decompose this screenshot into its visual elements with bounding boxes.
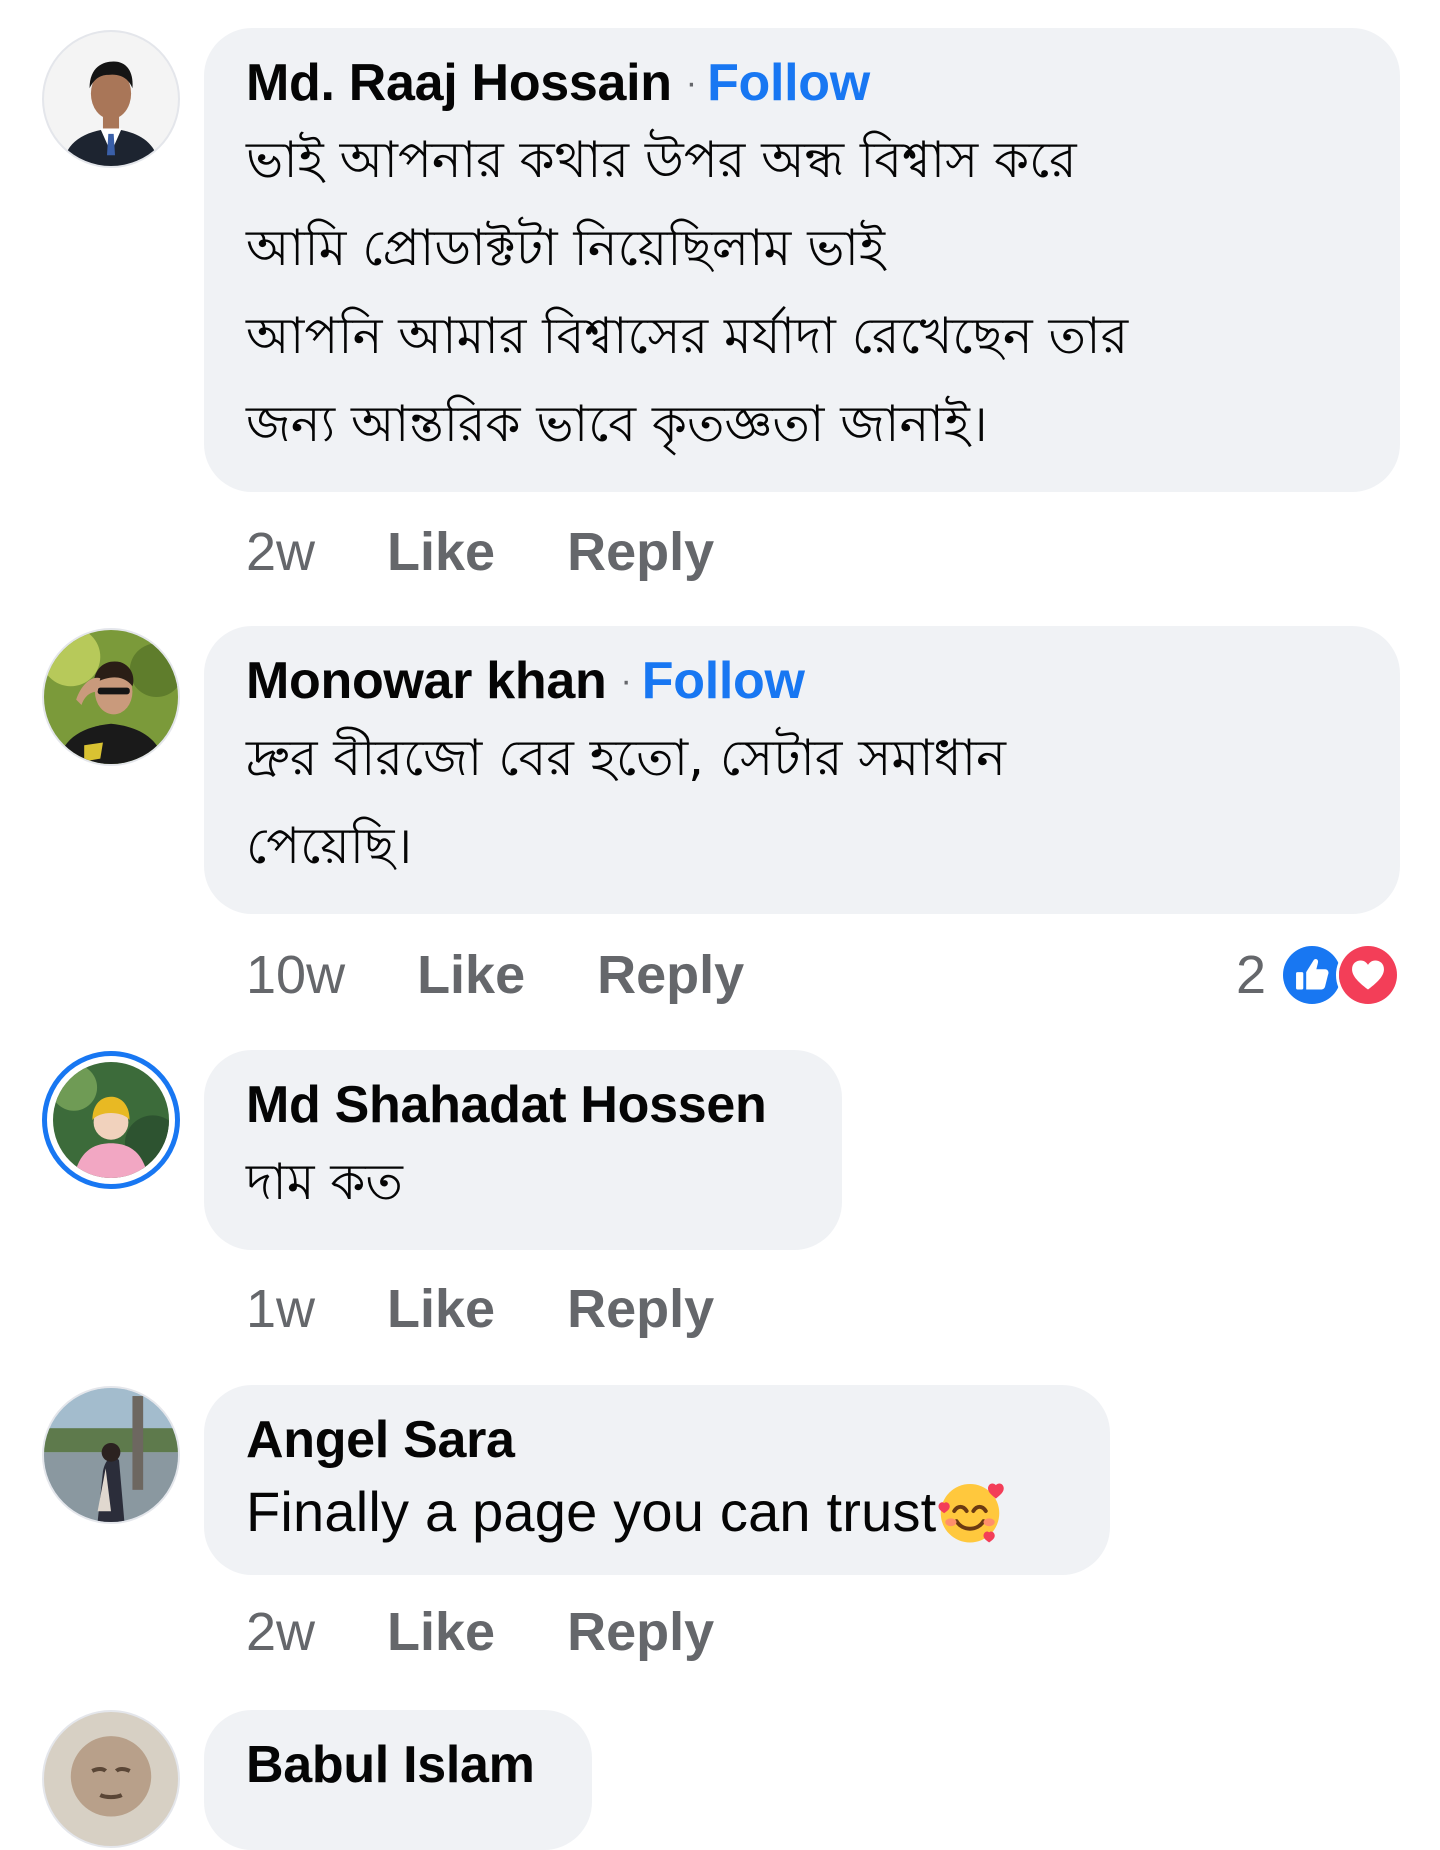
comment-header: Md Shahadat Hossen	[246, 1072, 800, 1138]
author-name[interactable]: Angel Sara	[246, 1410, 515, 1470]
timestamp[interactable]: 10w	[246, 944, 345, 1006]
avatar[interactable]	[42, 1051, 180, 1189]
follow-button[interactable]: Follow	[707, 53, 870, 113]
reply-button[interactable]: Reply	[567, 521, 714, 583]
follow-button[interactable]: Follow	[642, 651, 805, 711]
comment-header: Babul Islam	[246, 1732, 550, 1798]
comment-text-line: দাম কত	[246, 1153, 403, 1211]
avatar[interactable]	[42, 30, 180, 168]
comment-actions: 10w Like Reply	[246, 940, 816, 1010]
comment-actions: 2w Like Reply	[246, 517, 786, 587]
avatar[interactable]	[42, 1386, 180, 1524]
reaction-count: 2	[1235, 945, 1266, 1005]
avatar[interactable]	[42, 1710, 180, 1848]
smiling-face-with-hearts-icon	[934, 1475, 1006, 1547]
comment-text-line: দ্রুর বীরজো বের হতো, সেটার সমাধান	[246, 729, 1006, 787]
avatar-photo	[44, 32, 178, 166]
author-name[interactable]: Babul Islam	[246, 1735, 535, 1795]
story-ring	[53, 1062, 169, 1178]
avatar-photo	[44, 1388, 178, 1522]
reaction-summary[interactable]: 2	[1236, 940, 1400, 1010]
avatar[interactable]	[42, 628, 180, 766]
avatar-photo	[53, 1062, 169, 1178]
avatar-photo	[44, 1712, 178, 1846]
comment-text-line: জন্য আন্তরিক ভাবে কৃতজ্ঞতা জানাই।	[246, 395, 988, 453]
comment-text: Finally a page you can trust	[246, 1480, 937, 1543]
comment-bubble: Babul Islam	[204, 1710, 592, 1850]
comment-bubble: Md Shahadat Hossen দাম কত	[204, 1050, 842, 1250]
like-button[interactable]: Like	[387, 521, 495, 583]
separator-dot: ·	[685, 63, 698, 102]
separator-dot: ·	[620, 661, 632, 700]
author-name[interactable]: Md Shahadat Hossen	[246, 1075, 767, 1135]
comment-header: Monowar khan · Follow	[246, 648, 1358, 714]
like-button[interactable]: Like	[387, 1601, 495, 1663]
comment-header: Md. Raaj Hossain · Follow	[246, 50, 1358, 116]
comment-text-line: আমি প্রোডাক্টটা নিয়েছিলাম ভাই	[246, 219, 885, 277]
comment-text-line: ভাই আপনার কথার উপর অন্ধ বিশ্বাস করে	[246, 131, 1077, 189]
comment-actions: 2w Like Reply	[246, 1597, 786, 1667]
comment-actions: 1w Like Reply	[246, 1274, 786, 1344]
comment-text-line: পেয়েছি।	[246, 817, 413, 875]
comment-bubble: Md. Raaj Hossain · Follow ভাই আপনার কথার…	[204, 28, 1400, 492]
comment-bubble: Angel Sara Finally a page you can trust	[204, 1385, 1110, 1575]
reply-button[interactable]: Reply	[597, 944, 744, 1006]
like-icon	[1280, 943, 1344, 1007]
reply-button[interactable]: Reply	[567, 1601, 714, 1663]
comment-header: Angel Sara	[246, 1407, 1068, 1473]
timestamp[interactable]: 2w	[246, 521, 315, 583]
comment-text-line: আপনি আমার বিশ্বাসের মর্যাদা রেখেছেন তার	[246, 307, 1129, 365]
author-name[interactable]: Md. Raaj Hossain	[246, 53, 672, 113]
comment-text-line: Finally a page you can trust	[246, 1473, 1068, 1551]
timestamp[interactable]: 1w	[246, 1278, 315, 1340]
comment-bubble: Monowar khan · Follow দ্রুর বীরজো বের হত…	[204, 626, 1400, 914]
like-button[interactable]: Like	[417, 944, 525, 1006]
author-name[interactable]: Monowar khan	[246, 651, 607, 711]
reply-button[interactable]: Reply	[567, 1278, 714, 1340]
avatar-photo	[44, 630, 178, 764]
timestamp[interactable]: 2w	[246, 1601, 315, 1663]
like-button[interactable]: Like	[387, 1278, 495, 1340]
love-icon	[1336, 943, 1400, 1007]
